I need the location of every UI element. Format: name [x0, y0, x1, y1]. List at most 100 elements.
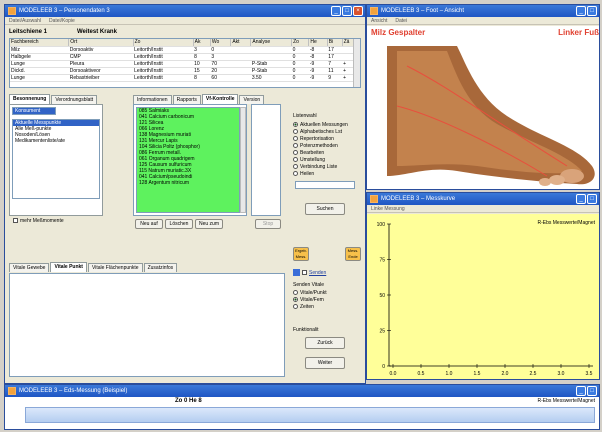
radio-option[interactable]: Verbindung Liste	[293, 163, 357, 170]
foot-label-left: Milz Gespalter	[371, 28, 426, 37]
table-cell	[230, 60, 251, 68]
radio-button[interactable]	[293, 143, 298, 148]
bottom-text-area[interactable]	[9, 273, 285, 377]
search-input[interactable]	[295, 181, 355, 189]
menu-item[interactable]: Datei	[395, 17, 407, 24]
column-header[interactable]: Ort	[68, 39, 134, 47]
ergeb-mess-button[interactable]: Ergeb. Mess.	[293, 247, 309, 261]
tab-version[interactable]: Version	[239, 95, 265, 104]
table-scrollbar[interactable]	[353, 39, 360, 87]
radio-button[interactable]	[293, 171, 298, 176]
menu-item[interactable]: Ansicht	[371, 17, 387, 24]
tab-rapports[interactable]: Rapports	[172, 95, 201, 104]
foot-view[interactable]: Milz Gespalter Linker Fuß	[367, 26, 599, 189]
include-checkbox[interactable]: mehr Meßmomente	[13, 217, 64, 224]
radio-option[interactable]: Bearbeiten	[293, 149, 357, 156]
remedy-list[interactable]: 085 Salmiaks 041 Calcium carbonicum 121 Si…	[136, 107, 240, 213]
table-row[interactable]: Lunge Rebastrieiber Leitorth/Instit 8 60 3.50…	[10, 74, 360, 82]
extra-list-panel[interactable]	[251, 104, 281, 216]
column-header[interactable]: Fachbereich	[10, 39, 70, 47]
column-header[interactable]: Zo	[291, 39, 310, 47]
radio-option[interactable]: Heilen	[293, 170, 357, 177]
tab-vitale-punkt[interactable]: Vitale Punkt	[50, 262, 87, 272]
radio-option[interactable]: Vitale/Punkt	[293, 289, 357, 296]
radio-option[interactable]: Alphabetisches Lst	[293, 128, 357, 135]
minimize-button[interactable]: _	[576, 386, 586, 396]
radio-button[interactable]	[293, 290, 298, 295]
radio-label: Potenzmethoden	[300, 142, 338, 149]
list-dropdown[interactable]: Konsument	[12, 107, 56, 115]
senden-row[interactable]: Senden	[293, 269, 326, 276]
neu-zum-button[interactable]: Neu zum	[195, 219, 223, 229]
table-row[interactable]: Dickd. Dorsoaktiveor Leitorth/Instit 15 20 P-…	[10, 67, 360, 75]
mess-ende-button[interactable]: Mess. Ende	[345, 247, 361, 261]
bottom-titlebar[interactable]: MODELEEB 3 – Eds-Messung (Beispiel) _ □	[5, 385, 599, 397]
radio-button[interactable]	[293, 129, 298, 134]
radio-button[interactable]	[293, 136, 298, 141]
radio-button[interactable]	[293, 150, 298, 155]
column-header[interactable]: Zo	[133, 39, 194, 47]
maximize-button[interactable]: □	[342, 6, 352, 16]
remedy-item[interactable]: 128 Argentum nitricum	[137, 180, 239, 186]
left-list[interactable]: Aktuelle Messpunkte Alle Meß-punkte Noso…	[12, 119, 100, 199]
search-button[interactable]: Suchen	[305, 203, 345, 215]
radio-button[interactable]	[293, 157, 298, 162]
radio-button[interactable]	[293, 297, 298, 302]
radio-option[interactable]: Repertorisation	[293, 135, 357, 142]
column-header[interactable]: Bi	[327, 39, 343, 47]
table-row[interactable]: Halbgele CMP Leitorth/Instit 8 3 0 -8 17	[10, 53, 360, 61]
close-button[interactable]: ×	[353, 6, 363, 16]
list-item[interactable]: Medikamentenliste/ate	[13, 138, 99, 144]
radio-label: Vitale/Fem	[300, 296, 324, 303]
maximize-button[interactable]: □	[587, 386, 597, 396]
radio-option[interactable]: Potenzmethoden	[293, 142, 357, 149]
menu-item[interactable]: Datei/Kopie	[49, 17, 75, 24]
chart-titlebar[interactable]: MODELEEB 3 – Messkurve _ □	[367, 193, 599, 205]
checkbox-box[interactable]	[13, 218, 18, 223]
loeschen-button[interactable]: Löschen	[165, 219, 193, 229]
radio-option[interactable]: Vitale/Fem	[293, 296, 357, 303]
tab-vitale-gewebe[interactable]: Vitale Gewebe	[9, 263, 50, 272]
radio-button[interactable]	[293, 304, 298, 309]
x-tick-label: 0.5	[418, 371, 425, 377]
weiter-button[interactable]: Weiter	[305, 357, 345, 369]
table-row[interactable]: Lunge Pleura Leitorth/Instit 10 70 P-Stab 0 -9 7…	[10, 60, 360, 68]
column-header[interactable]: Analyse	[250, 39, 293, 47]
minimize-button[interactable]: _	[576, 194, 586, 204]
menu-item[interactable]: Linke Messung	[371, 205, 405, 212]
tab-verordnungsblatt[interactable]: Verordnungsblatt	[51, 95, 98, 104]
zurueck-button[interactable]: Zurück	[305, 337, 345, 349]
app-icon	[8, 387, 16, 395]
column-header[interactable]: He	[308, 39, 328, 47]
maximize-button[interactable]: □	[587, 6, 597, 16]
column-header[interactable]: Akt	[230, 39, 252, 47]
app-icon	[8, 7, 16, 15]
senden-vitale-title: Senden Vitale	[293, 282, 325, 288]
tab-besonnenung[interactable]: Besonnenung	[9, 94, 51, 104]
minimize-button[interactable]: _	[576, 6, 586, 16]
table-cell: Leitorth/Instit	[133, 46, 194, 54]
table-cell: Leitorth/Instit	[133, 67, 194, 75]
tab-zusatzinfos[interactable]: Zusatzinfos	[143, 263, 178, 272]
column-header[interactable]: Wo	[210, 39, 232, 47]
neu-auf-button[interactable]: Neu auf	[135, 219, 163, 229]
radio-button[interactable]	[293, 122, 298, 127]
menu-item[interactable]: Datei/Auswahl	[9, 17, 41, 24]
radio-option[interactable]: Aktuellen Messungen	[293, 121, 357, 128]
radio-option[interactable]: Umstellung	[293, 156, 357, 163]
radio-option[interactable]: Zeiten	[293, 303, 357, 310]
tab-informationen[interactable]: Informationen	[133, 95, 172, 104]
radio-button[interactable]	[293, 164, 298, 169]
remedy-list-scrollbar[interactable]	[240, 107, 246, 213]
stop-button[interactable]: Stop	[255, 219, 281, 229]
senden-checkbox[interactable]	[302, 270, 307, 275]
column-header[interactable]: Ak	[193, 39, 211, 47]
minimize-button[interactable]: _	[331, 6, 341, 16]
tab-vf-kontrolle[interactable]: Vf-Kontrolle	[201, 94, 239, 104]
maximize-button[interactable]: □	[587, 194, 597, 204]
main-titlebar[interactable]: MODELEEB 3 – Personendaten 3 _ □ ×	[5, 5, 365, 17]
foot-titlebar[interactable]: MODELEEB 3 – Foot – Ansicht _ □	[367, 5, 599, 17]
senden-label: Senden	[309, 269, 327, 276]
table-row[interactable]: Milz Dorsoaktiv Leitorth/Instit 3 0 0 -8 17	[10, 46, 360, 54]
tab-vitale-flaechen[interactable]: Vitale Flächenpunkte	[87, 263, 143, 272]
